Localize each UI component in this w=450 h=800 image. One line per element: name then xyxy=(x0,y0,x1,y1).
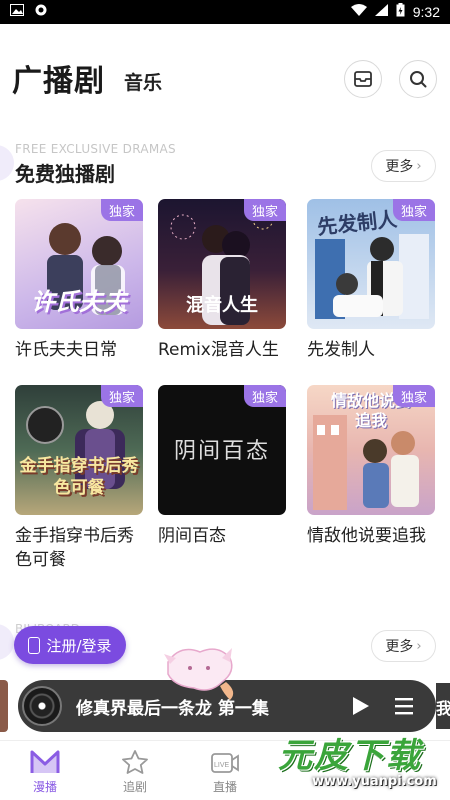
cover-title-art: 阴间百态 xyxy=(173,439,270,464)
more-label: 更多 xyxy=(385,159,414,175)
more-button[interactable]: 更多 › xyxy=(371,150,436,182)
watermark-url: www.yuanpi.com xyxy=(312,774,437,789)
nav-label: 直播 xyxy=(212,780,237,794)
login-label: 注册/登录 xyxy=(46,636,112,655)
card-title: 许氏夫夫日常 xyxy=(15,340,117,360)
phone-icon xyxy=(28,636,41,654)
shield-icon xyxy=(34,4,48,20)
drama-card[interactable]: 阴间百态 独家 阴间百态 xyxy=(158,385,286,548)
cover-image: 阴间百态 独家 xyxy=(158,385,286,515)
battery-icon xyxy=(396,3,405,21)
watermark-logo-text: 元皮下载 xyxy=(278,736,422,776)
nav-label: 漫播 xyxy=(32,780,57,794)
cover-image: 许氏夫夫 独家 xyxy=(15,199,143,329)
home-m-icon xyxy=(30,750,60,773)
wifi-icon xyxy=(350,4,367,20)
card-title: 金手指穿书后秀色可餐 xyxy=(15,526,134,570)
login-button[interactable]: 注册/登录 xyxy=(14,626,126,664)
drama-card[interactable]: 混音人生 独家 Remix混音人生 xyxy=(158,199,286,362)
star-icon xyxy=(122,750,148,774)
vinyl-disc-icon xyxy=(22,686,62,726)
search-icon xyxy=(410,71,427,88)
drama-card[interactable]: 金手指穿书后秀色可餐 独家 金手指穿书后秀色可餐 xyxy=(15,385,143,572)
carousel-peek xyxy=(0,680,8,732)
chevron-right-icon: › xyxy=(416,638,422,654)
tab-radio-drama[interactable]: 广播剧 xyxy=(12,56,105,100)
card-title: 情敌他说要追我 xyxy=(307,526,426,546)
cover-image: 混音人生 独家 xyxy=(158,199,286,329)
section-decoration xyxy=(0,624,14,660)
cover-title-art: 金手指穿书后秀色可餐 xyxy=(19,456,139,498)
more-label: 更多 xyxy=(385,639,414,655)
site-watermark: 元皮下载 www.yuanpi.com xyxy=(270,722,450,800)
section-decoration xyxy=(0,145,14,181)
nav-follow[interactable]: 追剧 xyxy=(90,741,180,800)
exclusive-badge: 独家 xyxy=(244,199,286,221)
exclusive-badge: 独家 xyxy=(101,385,143,407)
section-en-label: FREE EXCLUSIVE DRAMAS xyxy=(15,142,176,156)
search-button[interactable] xyxy=(399,60,437,98)
drama-card[interactable]: 先发制人 独家 先发制人 xyxy=(307,199,435,362)
status-bar: 9:32 xyxy=(0,0,450,24)
cover-title-art: 混音人生 xyxy=(186,295,258,316)
card-title: 阴间百态 xyxy=(158,526,226,546)
gallery-icon xyxy=(10,4,24,20)
svg-text:LIVE: LIVE xyxy=(214,762,230,769)
live-camera-icon: LIVE xyxy=(211,753,239,773)
message-button[interactable] xyxy=(344,60,382,98)
mail-icon xyxy=(354,71,372,87)
play-icon[interactable] xyxy=(348,694,372,718)
exclusive-badge: 独家 xyxy=(393,199,435,221)
cover-image: 先发制人 独家 xyxy=(307,199,435,329)
tab-music[interactable]: 音乐 xyxy=(124,68,162,95)
top-header: 广播剧 音乐 xyxy=(0,24,450,124)
nav-label: 追剧 xyxy=(122,780,147,794)
chevron-right-icon: › xyxy=(416,158,422,174)
status-time: 9:32 xyxy=(412,4,440,20)
signal-icon xyxy=(374,4,388,20)
cover-image: 情敌他说要追我 独家 xyxy=(307,385,435,515)
nav-live[interactable]: LIVE 直播 xyxy=(180,741,270,800)
card-title: Remix混音人生 xyxy=(158,340,279,360)
drama-card[interactable]: 许氏夫夫 独家 许氏夫夫日常 xyxy=(15,199,143,362)
exclusive-badge: 独家 xyxy=(101,199,143,221)
playlist-icon[interactable] xyxy=(392,694,416,718)
mascot-icon xyxy=(164,648,234,700)
nav-home[interactable]: 漫播 xyxy=(0,741,90,800)
drama-card[interactable]: 情敌他说要追我 独家 情敌他说要追我 xyxy=(307,385,435,548)
cover-image: 金手指穿书后秀色可餐 独家 xyxy=(15,385,143,515)
cover-title-art: 许氏夫夫 xyxy=(31,288,127,316)
section-title: 免费独播剧 xyxy=(15,162,115,186)
exclusive-badge: 独家 xyxy=(244,385,286,407)
card-title: 先发制人 xyxy=(307,340,375,360)
more-button[interactable]: 更多 › xyxy=(371,630,436,662)
exclusive-badge: 独家 xyxy=(393,385,435,407)
